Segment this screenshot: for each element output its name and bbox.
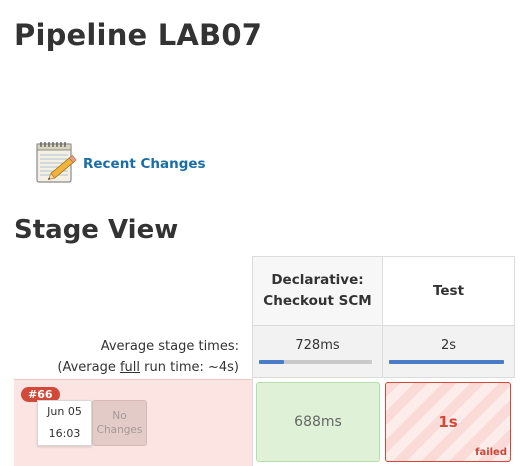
no-changes-line1: No	[112, 410, 127, 422]
avg-label-line2: (Average full run time: ~4s)	[20, 357, 239, 378]
recent-changes-link[interactable]: Recent Changes	[83, 156, 206, 172]
avg-time: 2s	[440, 338, 457, 353]
avg-time: 728ms	[295, 338, 340, 353]
failed-status-label: failed	[475, 447, 507, 458]
avg-time-bar-fill	[389, 360, 504, 364]
grid-divider	[252, 256, 253, 466]
build-time: 16:03	[48, 427, 81, 440]
avg-label-line1: Average stage times:	[100, 339, 239, 354]
no-changes-line2: Changes	[96, 424, 143, 436]
avg-label-suffix: run time: ~4s)	[140, 360, 239, 375]
avg-time-cell-checkout-scm: 728ms	[252, 326, 383, 378]
stage-header-test[interactable]: Test	[382, 256, 515, 326]
build-date-box[interactable]: Jun 05 16:03	[37, 400, 92, 446]
avg-time-cell-test: 2s	[382, 326, 515, 378]
stage-header-checkout-scm[interactable]: Declarative: Checkout SCM	[252, 256, 383, 326]
recent-changes: Recent Changes	[32, 138, 206, 186]
stage-cell-checkout-scm[interactable]: 688ms	[256, 382, 380, 462]
full-run-link[interactable]: full	[120, 360, 140, 375]
page-title: Pipeline LAB07	[14, 18, 263, 52]
average-stage-times-label: Average stage times: (Average full run t…	[20, 336, 239, 378]
avg-time-bar	[389, 360, 504, 364]
stage-duration: 688ms	[294, 414, 342, 430]
stage-cell-test[interactable]: 1s failed	[385, 382, 511, 462]
notepad-pencil-icon[interactable]	[32, 138, 80, 186]
stage-view-title: Stage View	[14, 215, 179, 245]
stage-header-line1: Test	[432, 282, 465, 299]
avg-time-bar-fill	[259, 360, 284, 364]
build-date: Jun 05	[47, 405, 82, 418]
no-changes-box[interactable]: No Changes	[92, 400, 147, 446]
avg-time-bar	[259, 360, 372, 364]
avg-label-prefix: (Average	[57, 360, 120, 375]
stage-header-line2: Checkout SCM	[263, 293, 372, 309]
stage-header-line1: Declarative:	[271, 272, 364, 288]
stage-duration: 1s	[438, 413, 458, 431]
